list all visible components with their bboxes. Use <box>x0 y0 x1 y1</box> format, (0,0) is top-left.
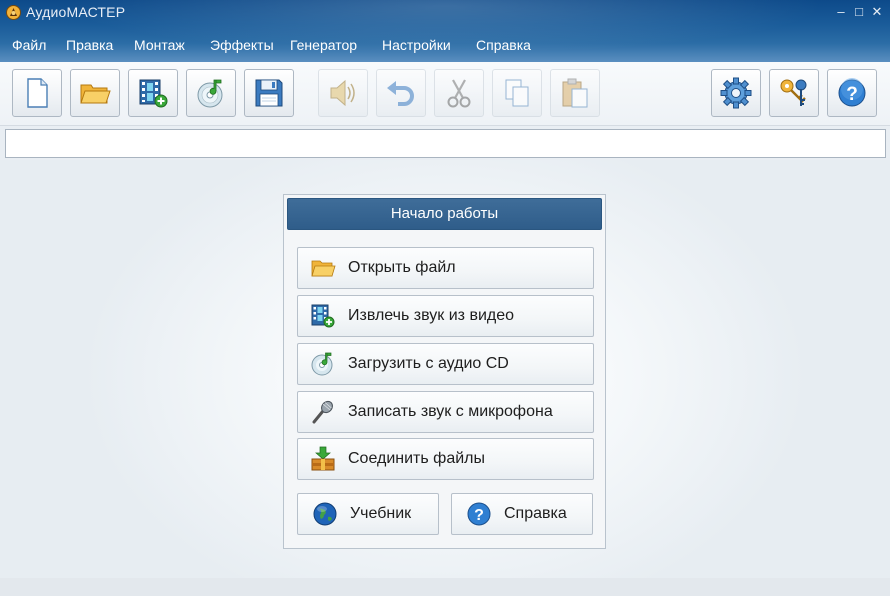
join-files-label: Соединить файлы <box>348 450 485 467</box>
help-panel-label: Справка <box>504 505 567 522</box>
open-folder-icon <box>311 260 336 277</box>
menu-file[interactable]: Файл <box>12 34 46 56</box>
extract-video-button[interactable] <box>128 69 178 117</box>
record-microphone-button[interactable]: Записать звук с микрофона <box>297 391 594 433</box>
undo-icon <box>387 81 414 106</box>
new-file-icon <box>27 78 48 108</box>
join-files-icon <box>311 446 335 471</box>
tutorial-button[interactable]: Учебник <box>297 493 439 535</box>
extract-audio-button[interactable]: Извлечь звук из видео <box>297 295 594 337</box>
title-bar: АудиоМАСТЕР – □ ✕ <box>0 0 890 26</box>
menu-montage[interactable]: Монтаж <box>134 34 185 56</box>
settings-button[interactable] <box>711 69 761 117</box>
status-strip <box>0 578 890 596</box>
registration-button[interactable] <box>769 69 819 117</box>
save-icon <box>255 79 283 107</box>
open-folder-icon <box>80 84 111 104</box>
cut-button[interactable] <box>434 69 484 117</box>
menu-bar: Файл Правка Монтаж Эффекты Генератор Нас… <box>0 34 890 56</box>
save-button[interactable] <box>244 69 294 117</box>
copy-icon <box>505 79 529 107</box>
extract-audio-label: Извлечь звук из видео <box>348 307 515 324</box>
audio-cd-icon <box>311 352 333 376</box>
app-logo-icon <box>6 5 21 20</box>
window-header: АудиоМАСТЕР – □ ✕ Файл Правка Монтаж Эфф… <box>0 0 890 62</box>
audio-cd-icon <box>197 79 223 108</box>
join-files-button[interactable]: Соединить файлы <box>297 438 594 480</box>
undo-button[interactable] <box>376 69 426 117</box>
help-panel-button[interactable]: ? Справка <box>451 493 593 535</box>
maximize-button[interactable]: □ <box>850 3 868 21</box>
menu-help[interactable]: Справка <box>476 34 531 56</box>
menu-settings[interactable]: Настройки <box>382 34 451 56</box>
tutorial-label: Учебник <box>350 505 412 522</box>
menu-effects[interactable]: Эффекты <box>210 34 274 56</box>
svg-text:?: ? <box>474 507 484 524</box>
close-button[interactable]: ✕ <box>868 3 886 21</box>
keys-icon <box>780 79 807 106</box>
audio-cd-button[interactable] <box>186 69 236 117</box>
video-film-icon <box>311 304 335 328</box>
new-file-button[interactable] <box>12 69 62 117</box>
minimize-button[interactable]: – <box>832 3 850 21</box>
open-file-label: Открыть файл <box>348 259 456 276</box>
help-icon: ? <box>467 502 491 526</box>
start-panel-title: Начало работы <box>287 198 602 230</box>
record-microphone-label: Записать звук с микрофона <box>348 403 553 420</box>
load-audio-cd-button[interactable]: Загрузить с аудио CD <box>297 343 594 385</box>
speaker-icon <box>330 79 355 107</box>
extract-from-video-icon <box>139 79 168 108</box>
menu-generator[interactable]: Генератор <box>290 34 357 56</box>
svg-text:?: ? <box>846 84 858 105</box>
help-button[interactable]: ? <box>827 69 877 117</box>
waveform-area[interactable] <box>5 129 886 158</box>
start-panel: Начало работы Открыть файл Извлечь звук … <box>283 194 606 549</box>
playback-button[interactable] <box>318 69 368 117</box>
settings-gear-icon <box>720 77 752 109</box>
globe-icon <box>313 502 337 526</box>
paste-button[interactable] <box>550 69 600 117</box>
cut-icon <box>447 79 471 108</box>
help-icon: ? <box>838 78 866 107</box>
load-audio-cd-label: Загрузить с аудио CD <box>348 355 509 372</box>
copy-button[interactable] <box>492 69 542 117</box>
paste-icon <box>562 78 588 108</box>
open-file-button[interactable]: Открыть файл <box>297 247 594 289</box>
window-title: АудиоМАСТЕР <box>26 4 126 20</box>
open-button[interactable] <box>70 69 120 117</box>
menu-edit[interactable]: Правка <box>66 34 113 56</box>
toolbar: ? <box>0 62 890 126</box>
microphone-icon <box>312 400 333 424</box>
